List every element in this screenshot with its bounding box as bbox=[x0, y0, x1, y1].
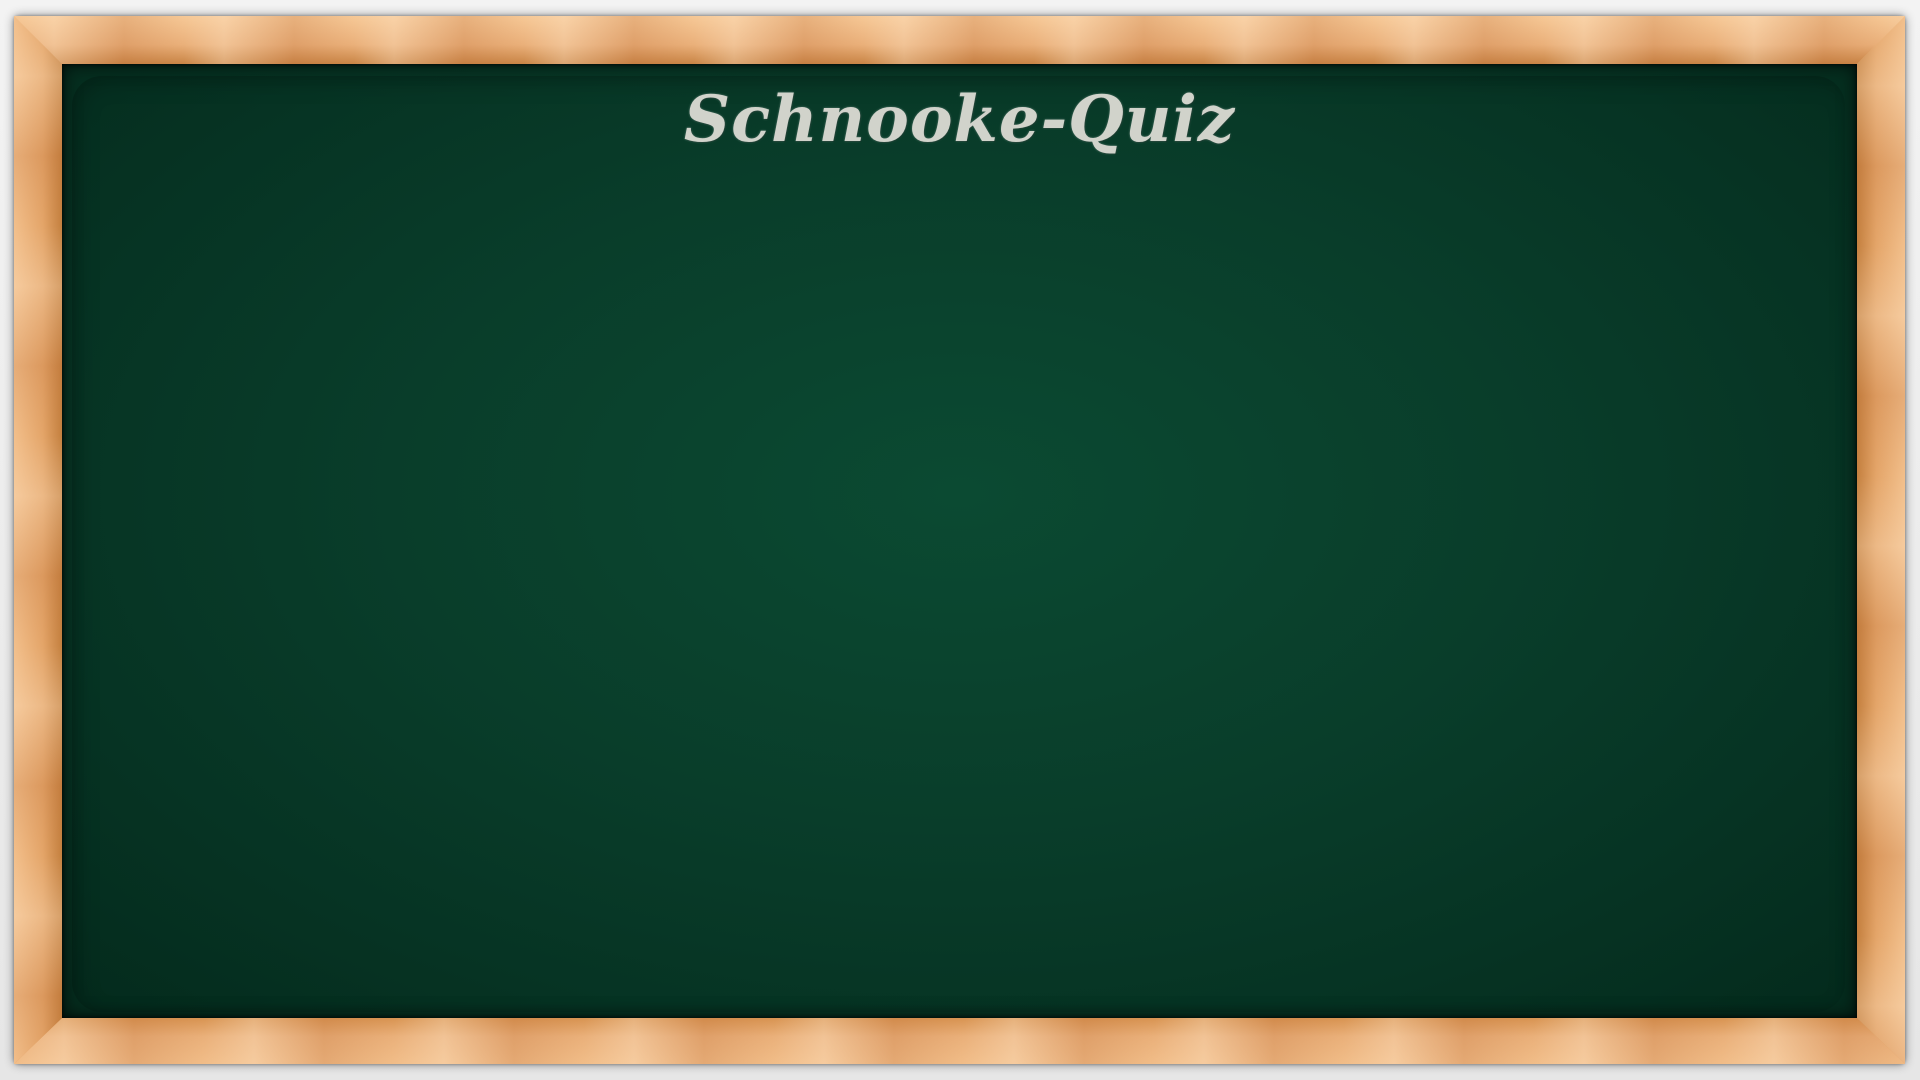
quiz-title: Schnooke-Quiz bbox=[683, 82, 1236, 157]
wooden-frame: Schnooke-Quiz bbox=[14, 16, 1905, 1064]
frame-top-edge bbox=[14, 16, 1905, 64]
chalkboard-shade bbox=[72, 76, 1845, 1012]
frame-right-edge bbox=[1857, 16, 1905, 1064]
frame-left-edge bbox=[14, 16, 62, 1064]
chalkboard: Schnooke-Quiz bbox=[62, 64, 1857, 1018]
quiz-scene: Schnooke-Quiz bbox=[0, 0, 1920, 1080]
frame-bottom-edge bbox=[14, 1018, 1905, 1064]
